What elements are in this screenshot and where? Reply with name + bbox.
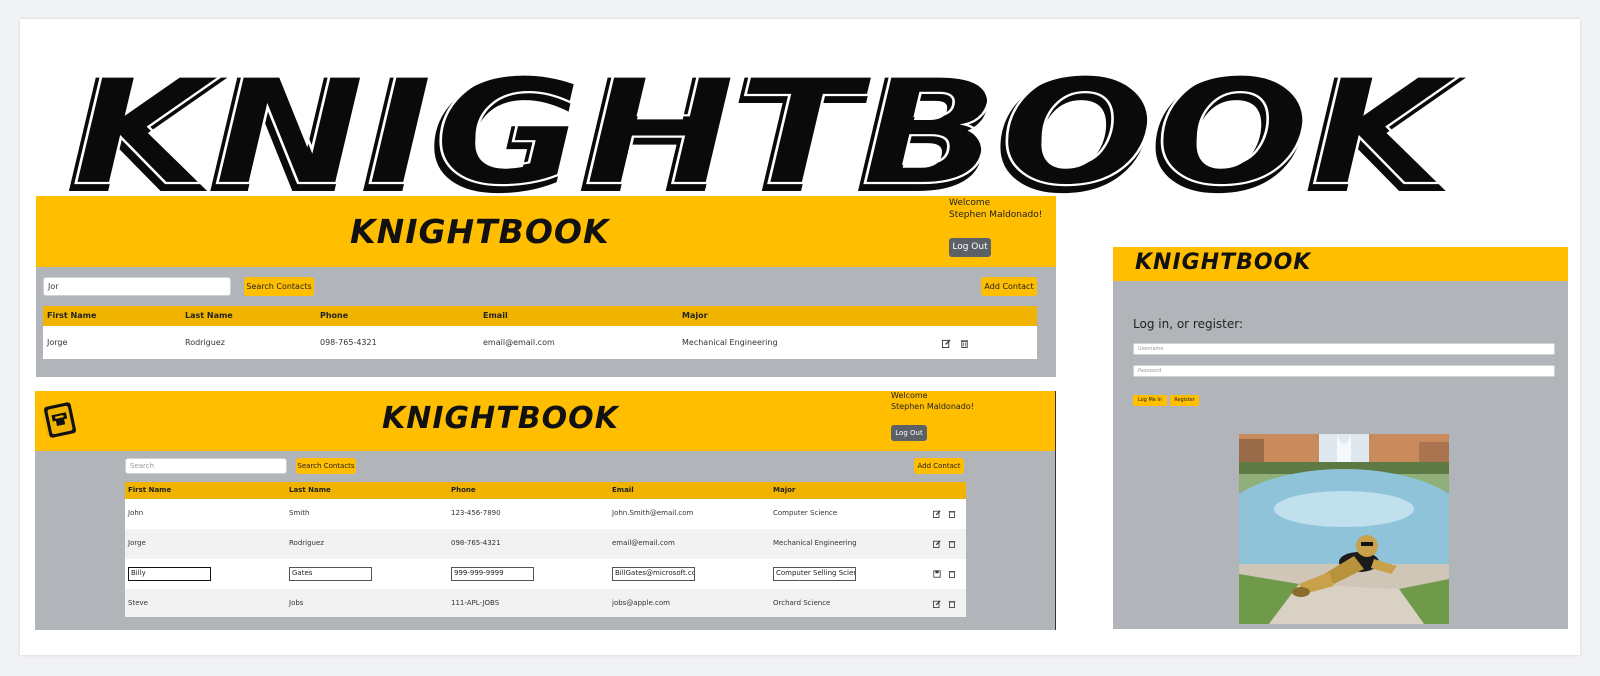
trash-icon[interactable] [948, 600, 956, 608]
add-contact-button[interactable]: Add Contact [914, 458, 964, 474]
edit-phone-input[interactable]: 999-999-9999 [451, 567, 534, 581]
cell-last-name: Rodriguez [289, 539, 324, 547]
edit-icon[interactable] [933, 510, 941, 518]
brand-logo: KNIGHTBOOK [1135, 250, 1312, 275]
table-row-editing: Billy Gates 999-999-9999 BillGates@micro… [125, 559, 966, 589]
add-contact-button[interactable]: Add Contact [981, 277, 1037, 296]
cell-email: email@email.com [483, 338, 555, 347]
cell-last-name: Rodriguez [185, 338, 225, 347]
col-major: Major [682, 311, 708, 320]
brand-logo: KNIGHTBOOK [382, 401, 619, 436]
search-results-panel: KNIGHTBOOK Welcome Stephen Maldonado! Lo… [36, 196, 1056, 377]
welcome-label: Welcome [891, 391, 928, 400]
save-icon[interactable] [933, 570, 941, 578]
user-name: Stephen Maldonado! [949, 210, 1043, 220]
login-button[interactable]: Log Me In [1133, 395, 1167, 406]
brand-logo: KNIGHTBOOK [350, 212, 610, 251]
cell-first-name: Jorge [128, 539, 146, 547]
cell-phone: 098-765-4321 [320, 338, 377, 347]
welcome-text: Welcome Stephen Maldonado! [949, 197, 1042, 221]
trash-icon[interactable] [960, 339, 969, 348]
col-first-name: First Name [128, 486, 172, 494]
col-phone: Phone [320, 311, 349, 320]
login-heading: Log in, or register: [1133, 317, 1244, 331]
trash-icon[interactable] [948, 570, 956, 578]
cell-major: Mechanical Engineering [773, 539, 857, 547]
cell-last-name: Smith [289, 509, 310, 517]
trash-icon[interactable] [948, 540, 956, 548]
cell-first-name: Steve [128, 599, 148, 607]
table-row: Steve Jobs 111-APL-JOBS jobs@apple.com O… [125, 589, 966, 617]
search-input[interactable]: Jor [43, 277, 231, 296]
col-last-name: Last Name [289, 486, 331, 494]
cell-email: jobs@apple.com [612, 599, 670, 607]
search-input[interactable]: Search [125, 458, 287, 474]
mascot-fountain-photo [1239, 434, 1449, 624]
cell-first-name: Jorge [47, 338, 68, 347]
search-contacts-button[interactable]: Search Contacts [244, 277, 314, 296]
col-first-name: First Name [47, 311, 97, 320]
collage-sheet: KNIGHTBOOK KNIGHTBOOK KNIGHTBOOK Welcome… [20, 19, 1580, 655]
login-panel: KNIGHTBOOK Log in, or register: Username… [1113, 247, 1568, 629]
edit-last-name-input[interactable]: Gates [289, 567, 372, 581]
cell-major: Orchard Science [773, 599, 831, 607]
edit-major-input[interactable]: Computer Selling Science [773, 567, 856, 581]
col-email: Email [612, 486, 634, 494]
mascot-logo-icon [41, 402, 77, 438]
hero-logo-inline: KNIGHTBOOK [72, 49, 1464, 214]
cell-phone: 123-456-7890 [451, 509, 501, 517]
edit-first-name-input[interactable]: Billy [128, 567, 211, 581]
welcome-text: Welcome Stephen Maldonado! [891, 390, 974, 412]
col-email: Email [483, 311, 508, 320]
edit-icon[interactable] [933, 600, 941, 608]
password-input[interactable]: Password [1133, 365, 1555, 377]
contacts-table: First Name Last Name Phone Email Major J… [43, 306, 1037, 359]
cell-first-name: John [128, 509, 144, 517]
table-header: First Name Last Name Phone Email Major [43, 306, 1037, 326]
trash-icon[interactable] [948, 510, 956, 518]
cell-phone: 111-APL-JOBS [451, 599, 500, 607]
edit-email-input[interactable]: BillGates@microsoft.com [612, 567, 695, 581]
table-row: Jorge Rodriguez 098-765-4321 email@email… [43, 326, 1037, 359]
logout-button[interactable]: Log Out [949, 238, 991, 257]
table-header: First Name Last Name Phone Email Major [125, 482, 966, 499]
cell-phone: 098-765-4321 [451, 539, 501, 547]
cell-last-name: Jobs [289, 599, 304, 607]
cell-major: Mechanical Engineering [682, 338, 778, 347]
cell-email: John.Smith@email.com [612, 509, 694, 517]
table-row: John Smith 123-456-7890 John.Smith@email… [125, 499, 966, 529]
welcome-label: Welcome [949, 198, 991, 208]
contacts-table: First Name Last Name Phone Email Major J… [125, 482, 966, 617]
col-major: Major [773, 486, 796, 494]
edit-icon[interactable] [933, 540, 941, 548]
col-phone: Phone [451, 486, 476, 494]
table-row: Jorge Rodriguez 098-765-4321 email@email… [125, 529, 966, 559]
hero-logo: KNIGHTBOOK KNIGHTBOOK [66, 49, 1465, 214]
logout-button[interactable]: Log Out [891, 425, 927, 441]
user-name: Stephen Maldonado! [891, 402, 974, 411]
register-button[interactable]: Register [1170, 395, 1199, 406]
cell-major: Computer Science [773, 509, 838, 517]
username-input[interactable]: Username [1133, 343, 1555, 355]
contacts-list-panel: KNIGHTBOOK Welcome Stephen Maldonado! Lo… [35, 391, 1056, 630]
col-last-name: Last Name [185, 311, 233, 320]
search-contacts-button[interactable]: Search Contacts [296, 458, 356, 474]
edit-icon[interactable] [942, 339, 951, 348]
cell-email: email@email.com [612, 539, 675, 547]
